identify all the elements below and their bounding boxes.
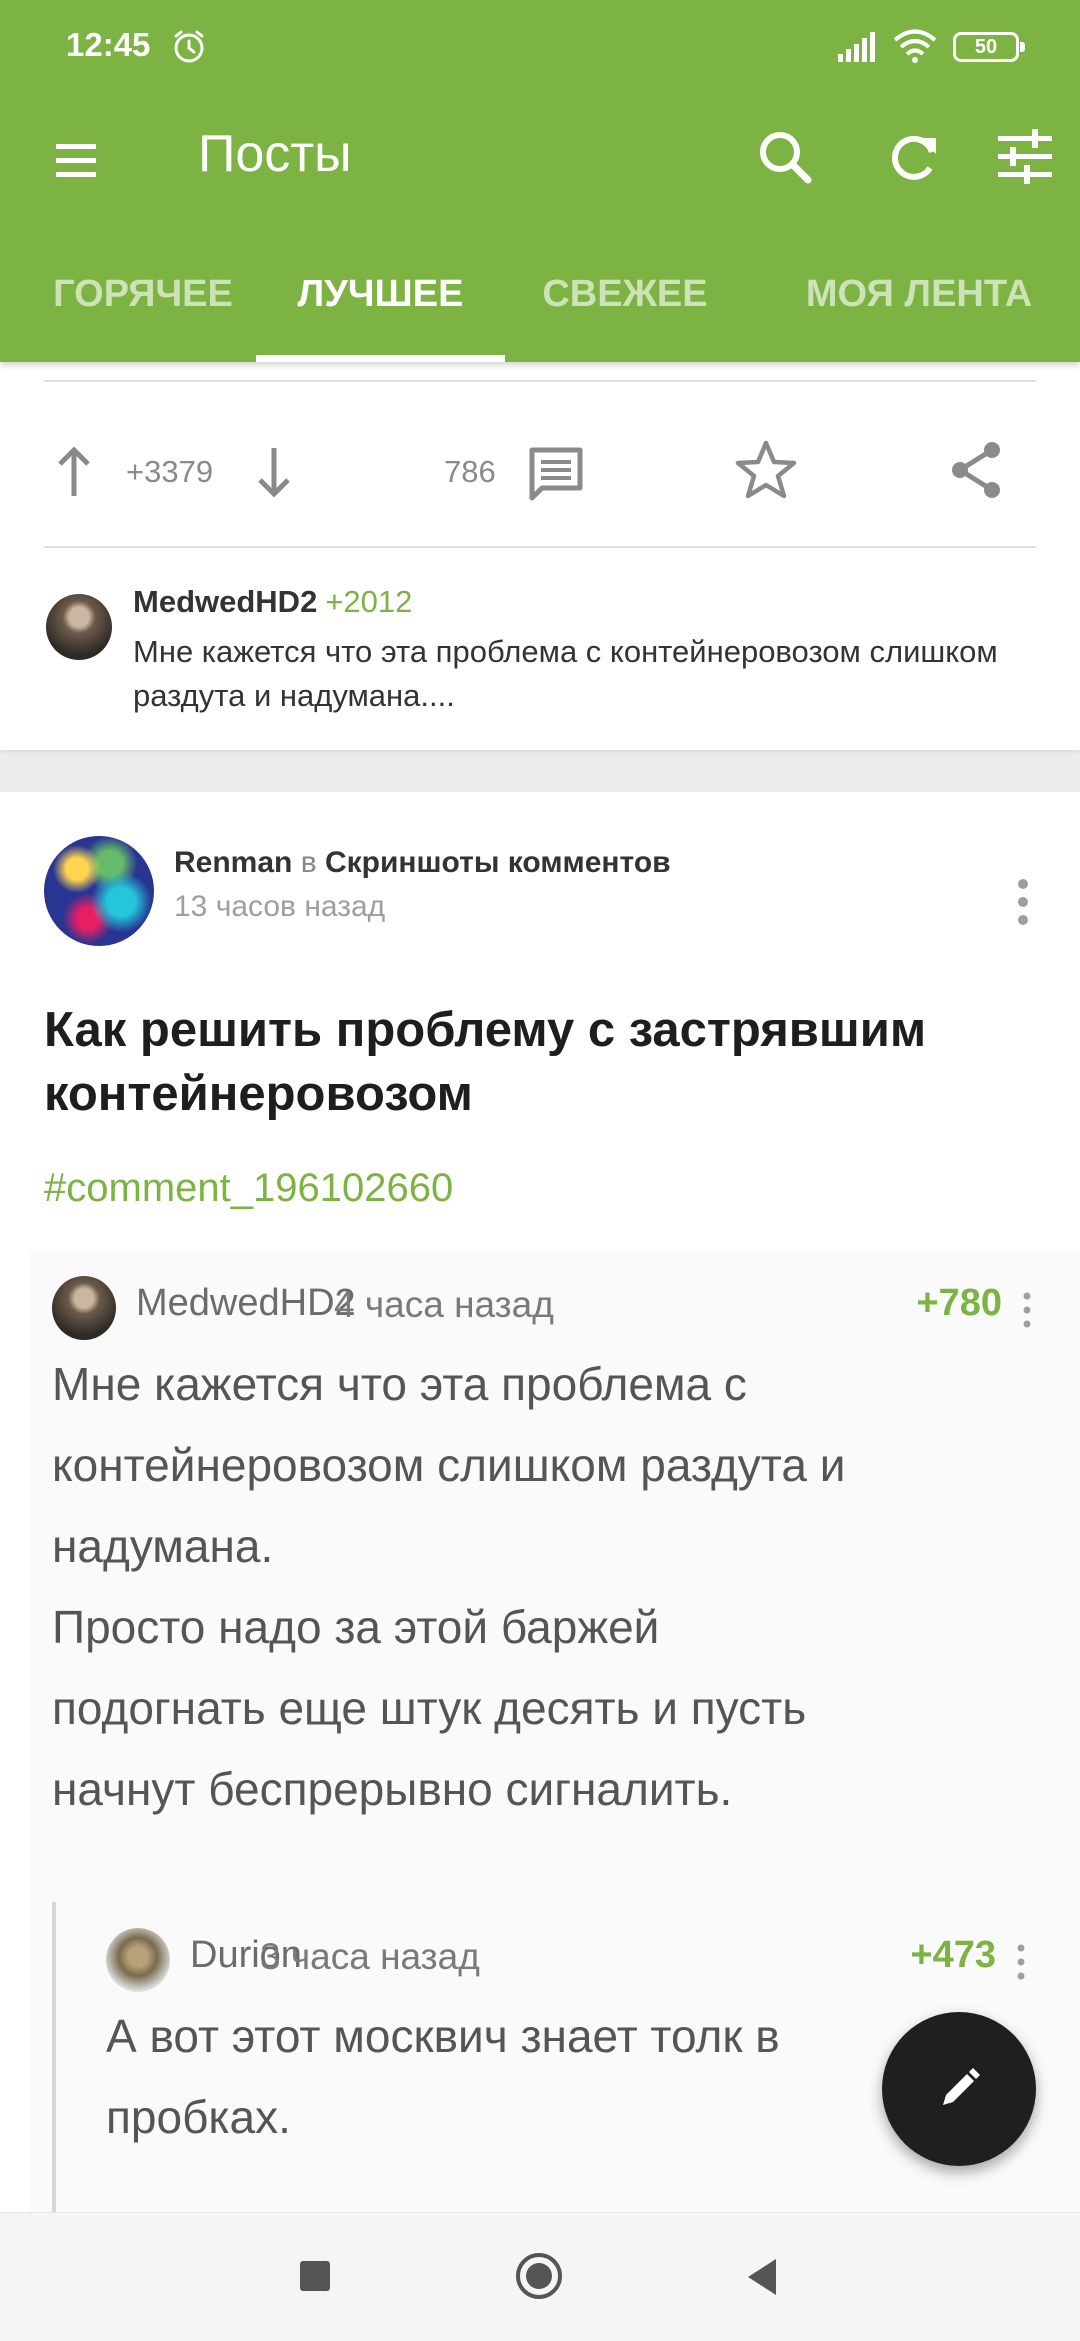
comments-icon[interactable] bbox=[526, 444, 586, 504]
status-time: 12:45 bbox=[66, 26, 151, 63]
menu-icon[interactable] bbox=[46, 130, 106, 190]
app-bar: 12:45 50 Посты ГОРЯЧЕЕ ЛУЧШЕЕ СВЕЖЕЕ МОЯ… bbox=[0, 0, 1080, 362]
comment-header: MedwedHD2 4 часа назад +780 bbox=[52, 1272, 1052, 1342]
tab-indicator bbox=[256, 355, 505, 362]
comment-score: +473 bbox=[910, 1934, 996, 1976]
more-icon[interactable] bbox=[1006, 872, 1040, 932]
comment-time: 4 часа назад bbox=[334, 1284, 554, 1325]
comment-author: MedwedHD2 +2012 bbox=[133, 584, 413, 619]
downvote-icon[interactable] bbox=[252, 444, 296, 500]
tab-fresh[interactable]: СВЕЖЕЕ bbox=[520, 246, 730, 362]
tab-my-feed[interactable]: МОЯ ЛЕНТА bbox=[788, 246, 1050, 362]
filter-icon[interactable] bbox=[990, 122, 1060, 192]
create-post-button[interactable] bbox=[882, 2012, 1036, 2166]
back-button[interactable] bbox=[742, 2255, 782, 2299]
divider bbox=[44, 546, 1036, 548]
more-icon bbox=[1023, 1292, 1031, 1328]
post-rating: +3379 bbox=[126, 454, 214, 489]
home-button[interactable] bbox=[514, 2251, 564, 2301]
avatar[interactable] bbox=[44, 836, 154, 946]
comment-time: 3 часа назад bbox=[260, 1936, 480, 1977]
post-title[interactable]: Как решить проблему с застрявшим контейн… bbox=[44, 998, 1034, 1126]
comment-score: +2012 bbox=[325, 584, 413, 619]
previous-post-footer: +3379 786 MedwedHD2 +2012 Мне кажется что… bbox=[0, 362, 1080, 750]
comment-author: MedwedHD2 bbox=[136, 1282, 356, 1324]
comment-text: Мне кажется что эта проблема с контейнер… bbox=[133, 634, 998, 713]
system-nav-bar bbox=[0, 2212, 1080, 2341]
signal-icon bbox=[838, 32, 875, 62]
comments-count: 786 bbox=[444, 454, 496, 489]
avatar bbox=[46, 594, 112, 660]
comment-header: Durion 3 часа назад +473 bbox=[106, 1924, 1046, 1994]
alarm-icon bbox=[174, 30, 204, 63]
share-icon[interactable] bbox=[946, 438, 1006, 502]
recents-button[interactable] bbox=[300, 2261, 330, 2291]
post-card: Renman в Скриншоты комментов 13 часов на… bbox=[0, 792, 1080, 2212]
more-icon bbox=[1017, 1944, 1025, 1980]
tab-bar: ГОРЯЧЕЕ ЛУЧШЕЕ СВЕЖЕЕ МОЯ ЛЕНТА bbox=[0, 246, 1080, 362]
tab-best[interactable]: ЛУЧШЕЕ bbox=[256, 246, 505, 362]
post-tag[interactable]: #comment_196102660 bbox=[44, 1166, 453, 1211]
post-community[interactable]: Скриншоты комментов bbox=[325, 846, 671, 879]
post-author[interactable]: Renman bbox=[174, 846, 292, 879]
tab-hot[interactable]: ГОРЯЧЕЕ bbox=[28, 246, 258, 362]
avatar bbox=[106, 1928, 170, 1992]
battery-icon: 50 bbox=[953, 32, 1025, 62]
post-header: Renman в Скриншоты комментов 13 часов на… bbox=[0, 832, 1080, 952]
battery-level: 50 bbox=[974, 36, 998, 58]
status-bar: 12:45 50 bbox=[0, 0, 1080, 96]
comment-text: Мне кажется что эта проблема с контейнер… bbox=[52, 1358, 846, 1815]
post-actions: +3379 786 bbox=[0, 424, 1080, 534]
post-author-line: Renman в Скриншоты комментов bbox=[174, 846, 671, 879]
reply-thread-line bbox=[52, 1902, 56, 2212]
upvote-icon[interactable] bbox=[52, 444, 96, 500]
top-comment-preview[interactable]: MedwedHD2 +2012 Мне кажется что эта пробл… bbox=[0, 562, 1080, 732]
divider bbox=[44, 380, 1036, 382]
page-title: Посты bbox=[198, 125, 352, 183]
search-icon[interactable] bbox=[750, 122, 820, 192]
toolbar: Посты bbox=[0, 96, 1080, 246]
refresh-icon[interactable] bbox=[880, 122, 950, 192]
post-time: 13 часов назад bbox=[174, 890, 386, 923]
wifi-icon bbox=[893, 29, 937, 63]
avatar bbox=[52, 1276, 116, 1340]
comment-score: +780 bbox=[916, 1282, 1002, 1324]
pencil-icon bbox=[943, 2068, 980, 2105]
star-icon[interactable] bbox=[734, 438, 798, 502]
